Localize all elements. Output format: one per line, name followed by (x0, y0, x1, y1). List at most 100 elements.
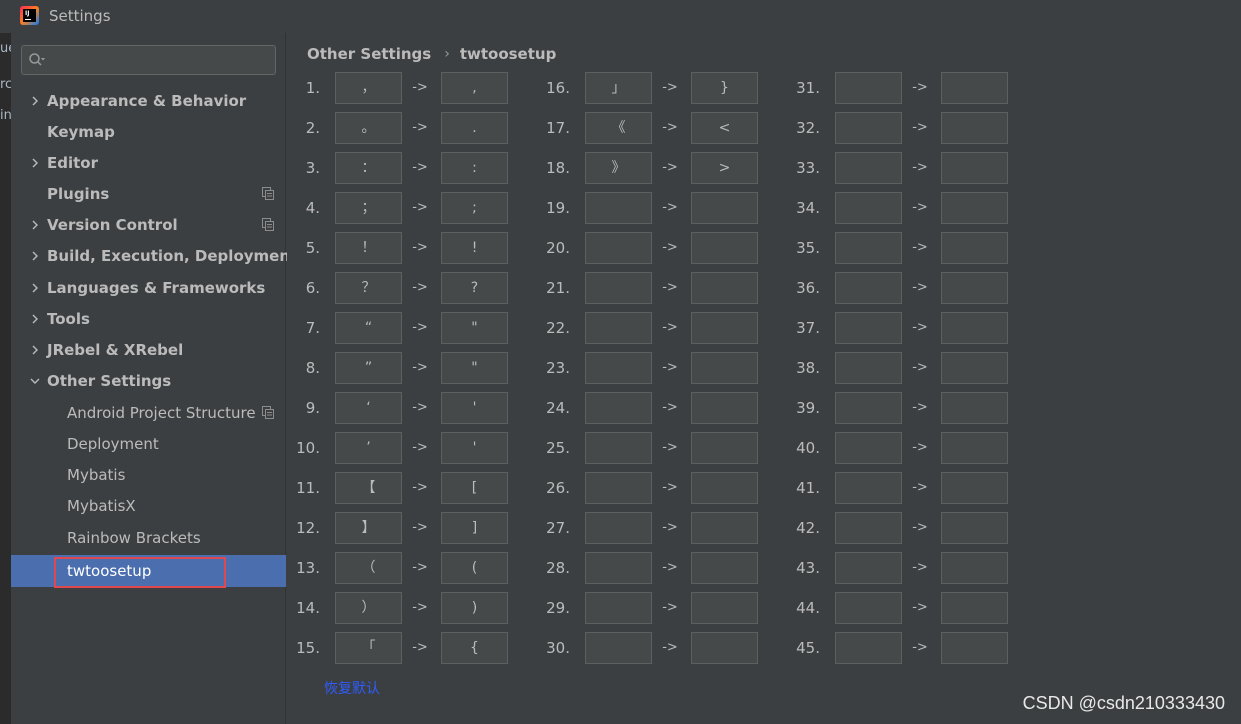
target-char-field[interactable] (941, 592, 1008, 624)
chevron-right-icon[interactable] (30, 96, 40, 106)
source-char-field[interactable] (835, 432, 902, 464)
sidebar-item[interactable]: MybatisX (11, 491, 286, 521)
source-char-field[interactable] (585, 312, 652, 344)
source-char-field[interactable] (835, 632, 902, 664)
source-char-field[interactable] (585, 232, 652, 264)
source-char-field[interactable]: ！ (335, 232, 402, 264)
search-input[interactable] (21, 45, 276, 75)
target-char-field[interactable] (691, 312, 758, 344)
source-char-field[interactable]: ’ (335, 432, 402, 464)
source-char-field[interactable] (585, 272, 652, 304)
target-char-field[interactable] (691, 272, 758, 304)
restore-default-link[interactable]: 恢复默认 (324, 678, 380, 698)
sidebar-item[interactable]: Other Settings (11, 366, 286, 396)
target-char-field[interactable] (691, 392, 758, 424)
source-char-field[interactable]: ； (335, 192, 402, 224)
source-char-field[interactable]: 《 (585, 112, 652, 144)
sidebar-item[interactable]: Mybatis (11, 460, 286, 490)
target-char-field[interactable]: { (441, 632, 508, 664)
source-char-field[interactable]: 。 (335, 112, 402, 144)
target-char-field[interactable]: < (691, 112, 758, 144)
source-char-field[interactable] (585, 552, 652, 584)
source-char-field[interactable]: ” (335, 352, 402, 384)
sidebar-item[interactable]: Languages & Frameworks (11, 273, 286, 303)
chevron-right-icon[interactable] (30, 158, 40, 168)
target-char-field[interactable]: : (441, 152, 508, 184)
target-char-field[interactable]: ] (441, 512, 508, 544)
sidebar-item[interactable]: Tools (11, 304, 286, 334)
target-char-field[interactable]: ) (441, 592, 508, 624)
sidebar-item[interactable]: Rainbow Brackets (11, 523, 286, 553)
target-char-field[interactable] (941, 432, 1008, 464)
source-char-field[interactable] (835, 472, 902, 504)
target-char-field[interactable] (941, 72, 1008, 104)
target-char-field[interactable]: ' (441, 392, 508, 424)
target-char-field[interactable] (691, 432, 758, 464)
source-char-field[interactable]: ‘ (335, 392, 402, 424)
target-char-field[interactable] (691, 512, 758, 544)
source-char-field[interactable] (835, 232, 902, 264)
sidebar-item[interactable]: Editor (11, 148, 286, 178)
source-char-field[interactable]: 「 (335, 632, 402, 664)
target-char-field[interactable]: } (691, 72, 758, 104)
sidebar-item[interactable]: Deployment (11, 429, 286, 459)
source-char-field[interactable] (585, 592, 652, 624)
target-char-field[interactable] (941, 352, 1008, 384)
source-char-field[interactable]: 」 (585, 72, 652, 104)
source-char-field[interactable] (585, 192, 652, 224)
sidebar-item[interactable]: Build, Execution, Deployment (11, 241, 297, 271)
source-char-field[interactable] (835, 592, 902, 624)
target-char-field[interactable]: . (441, 112, 508, 144)
target-char-field[interactable] (941, 392, 1008, 424)
sidebar-item[interactable]: Plugins (11, 179, 286, 209)
chevron-right-icon[interactable] (30, 251, 40, 261)
source-char-field[interactable] (835, 192, 902, 224)
target-char-field[interactable] (691, 192, 758, 224)
target-char-field[interactable] (941, 272, 1008, 304)
target-char-field[interactable]: ; (441, 192, 508, 224)
source-char-field[interactable]: 】 (335, 512, 402, 544)
target-char-field[interactable]: > (691, 152, 758, 184)
chevron-right-icon[interactable] (30, 220, 40, 230)
target-char-field[interactable] (941, 512, 1008, 544)
target-char-field[interactable] (941, 192, 1008, 224)
target-char-field[interactable] (691, 592, 758, 624)
target-char-field[interactable] (691, 472, 758, 504)
source-char-field[interactable] (835, 552, 902, 584)
source-char-field[interactable] (835, 152, 902, 184)
source-char-field[interactable]: ？ (335, 272, 402, 304)
source-char-field[interactable] (585, 432, 652, 464)
source-char-field[interactable] (835, 352, 902, 384)
chevron-down-icon[interactable] (30, 376, 40, 386)
source-char-field[interactable] (585, 352, 652, 384)
target-char-field[interactable]: " (441, 312, 508, 344)
source-char-field[interactable] (585, 512, 652, 544)
target-char-field[interactable]: [ (441, 472, 508, 504)
source-char-field[interactable] (835, 392, 902, 424)
source-char-field[interactable] (835, 112, 902, 144)
sidebar-item[interactable]: twtoosetup (11, 555, 286, 587)
source-char-field[interactable]: ） (335, 592, 402, 624)
source-char-field[interactable] (585, 392, 652, 424)
source-char-field[interactable]: “ (335, 312, 402, 344)
source-char-field[interactable]: ， (335, 72, 402, 104)
target-char-field[interactable]: " (441, 352, 508, 384)
target-char-field[interactable] (691, 232, 758, 264)
source-char-field[interactable] (585, 632, 652, 664)
target-char-field[interactable] (691, 632, 758, 664)
target-char-field[interactable] (941, 112, 1008, 144)
chevron-right-icon[interactable] (30, 345, 40, 355)
target-char-field[interactable] (691, 352, 758, 384)
source-char-field[interactable]: （ (335, 552, 402, 584)
sidebar-item[interactable]: Appearance & Behavior (11, 86, 286, 116)
target-char-field[interactable] (941, 472, 1008, 504)
target-char-field[interactable] (941, 232, 1008, 264)
source-char-field[interactable]: ： (335, 152, 402, 184)
target-char-field[interactable]: ! (441, 232, 508, 264)
chevron-right-icon[interactable] (30, 283, 40, 293)
source-char-field[interactable]: 》 (585, 152, 652, 184)
sidebar-item[interactable]: Android Project Structure (11, 398, 286, 428)
source-char-field[interactable] (835, 312, 902, 344)
sidebar-item[interactable]: Keymap (11, 117, 286, 147)
target-char-field[interactable] (941, 552, 1008, 584)
